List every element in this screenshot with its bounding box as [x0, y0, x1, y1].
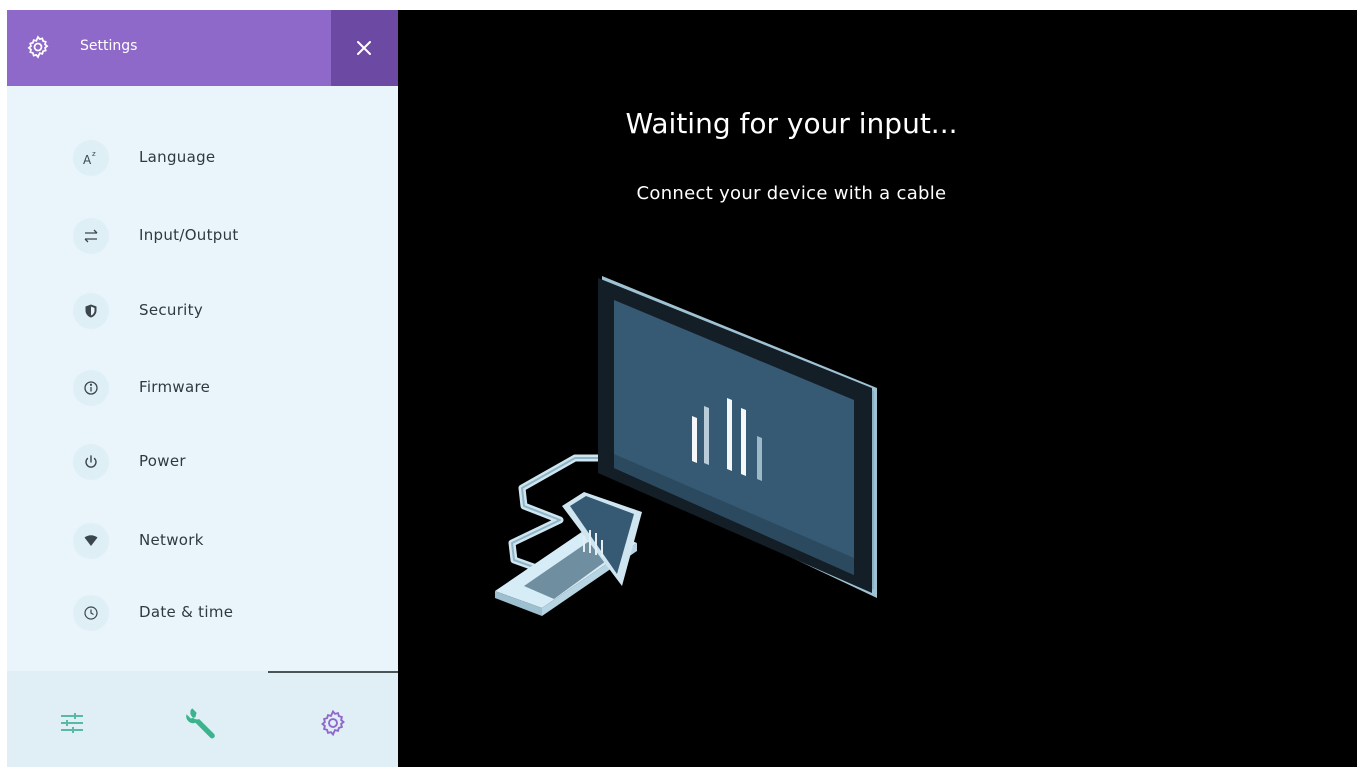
- connect-instruction: Connect your device with a cable: [636, 183, 947, 204]
- settings-panel: Settings Az Language Input/Output Securi…: [7, 10, 398, 767]
- language-icon: Az: [73, 140, 109, 176]
- close-button[interactable]: [331, 10, 398, 86]
- close-icon: [357, 41, 371, 55]
- settings-title: Settings: [80, 38, 138, 54]
- svg-text:A: A: [83, 153, 92, 167]
- menu-label: Network: [139, 531, 204, 549]
- tab-tools[interactable]: [137, 683, 267, 763]
- sliders-icon: [61, 713, 83, 733]
- shield-icon: [73, 293, 109, 329]
- menu-label: Language: [139, 148, 216, 166]
- tab-selected-indicator: [268, 671, 398, 673]
- menu-item-network[interactable]: Network: [7, 511, 398, 571]
- swap-arrows-icon: [73, 218, 109, 254]
- menu-item-language[interactable]: Az Language: [7, 128, 398, 188]
- menu-label: Date & time: [139, 603, 234, 621]
- gear-icon: [25, 34, 51, 60]
- menu-label: Security: [139, 301, 203, 319]
- tab-adjustments[interactable]: [7, 683, 137, 763]
- tab-settings[interactable]: [268, 683, 398, 763]
- menu-item-security[interactable]: Security: [7, 281, 398, 341]
- menu-label: Power: [139, 452, 186, 470]
- app-frame: Settings Az Language Input/Output Securi…: [7, 10, 1357, 767]
- gear-icon: [321, 709, 345, 737]
- menu-item-firmware[interactable]: Firmware: [7, 358, 398, 418]
- wifi-icon: [73, 523, 109, 559]
- svg-text:z: z: [92, 150, 96, 158]
- menu-label: Firmware: [139, 378, 211, 396]
- monitor-laptop-cable-illustration: [495, 276, 877, 616]
- clock-icon: [73, 595, 109, 631]
- menu-item-date-time[interactable]: Date & time: [7, 583, 398, 643]
- settings-menu: Az Language Input/Output Security Firmwa…: [7, 86, 398, 671]
- menu-label: Input/Output: [139, 226, 239, 244]
- wrench-icon: [186, 708, 215, 739]
- menu-item-input-output[interactable]: Input/Output: [7, 206, 398, 266]
- bottom-tab-bar: [7, 671, 398, 767]
- power-icon: [73, 444, 109, 480]
- settings-header: Settings: [7, 10, 398, 86]
- waiting-heading: Waiting for your input...: [625, 107, 958, 140]
- info-icon: [73, 370, 109, 406]
- menu-item-power[interactable]: Power: [7, 432, 398, 492]
